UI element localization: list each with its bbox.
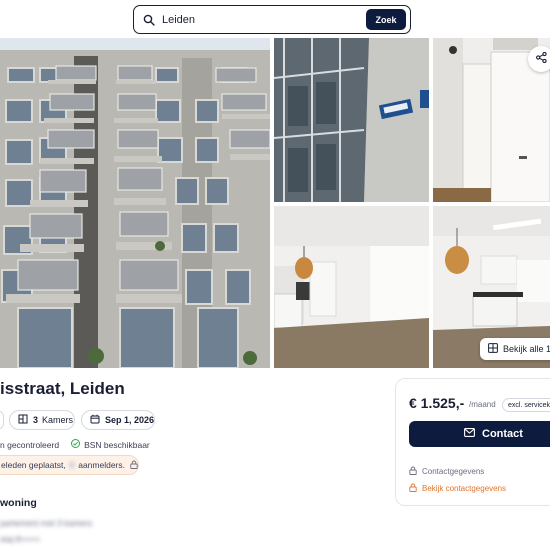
chip-availability: Sep 1, 2026 [81,410,155,430]
excl-service-badge: excl. servicek [502,398,550,412]
description-blurred-1: partement met 3 kamers [0,518,93,528]
gallery-icon [488,343,498,355]
contact-info-line: Contactgegevens [409,466,484,477]
chip-rooms: 3 Kamers [9,410,75,430]
price: € 1.525,- [409,395,465,411]
notice-text-2: aanmelders. [78,460,125,470]
share-button[interactable] [528,46,550,72]
popularity-notice: eleden geplaatst, aanmelders. [0,455,139,475]
description-blurred-2: staj 8==== [0,534,41,544]
listing-title: isstraat, Leiden [0,379,125,398]
contact-button-label: Contact [482,428,523,440]
main-photo[interactable] [0,38,270,368]
price-period: /maand [469,400,496,409]
search-button[interactable]: Zoek [366,9,406,30]
calendar-icon [90,414,100,426]
share-icon [535,50,547,68]
contact-button[interactable]: Contact [409,421,550,447]
notice-text-1: eleden geplaatst, [1,460,66,470]
view-contact-link[interactable]: Bekijk contactgegevens [409,483,506,494]
check-icon [71,439,81,450]
view-all-photos-button[interactable]: Bekijk alle 10 [480,338,550,360]
bsn-status: BSN beschikbaar [84,439,150,450]
search-input[interactable] [162,13,366,26]
view-all-label: Bekijk alle 10 [503,344,550,354]
verification-status: n gecontroleerd [0,439,60,450]
photo-exterior-corner[interactable] [274,38,429,202]
photo-living-room[interactable] [274,206,429,368]
rooms-icon [18,414,28,426]
price-card: € 1.525,- /maand excl. servicek Contact … [395,378,550,506]
search-icon [142,13,156,27]
rooms-count: 3 [33,415,39,425]
contact-info-label: Contactgegevens [422,467,485,476]
blurred-count [68,461,76,469]
view-contact-label: Bekijk contactgegevens [422,484,507,493]
verification-line: n gecontroleerd BSN beschikbaar [0,439,150,450]
photo-gallery [0,38,550,368]
availability-date: Sep 1, 2026 [105,415,155,425]
chip-partial [0,410,4,430]
lock-icon [130,460,138,471]
section-title-woning: woning [0,497,37,509]
lock-icon [409,466,417,477]
lock-icon [409,483,417,494]
mail-icon [464,428,475,440]
search-bar[interactable]: Zoek [133,5,411,34]
rooms-label: Kamers [42,415,74,425]
